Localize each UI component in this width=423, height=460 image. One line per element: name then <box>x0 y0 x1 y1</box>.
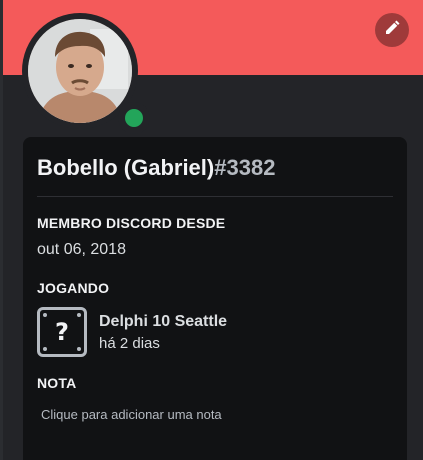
edit-profile-button[interactable] <box>375 13 409 47</box>
activity-item: ? Delphi 10 Seattle há 2 dias <box>37 307 227 357</box>
pencil-icon <box>383 19 401 41</box>
member-since-title: MEMBRO DISCORD DESDE <box>37 215 226 231</box>
username: Bobello (Gabriel)#3382 <box>37 153 393 183</box>
discriminator: #3382 <box>214 155 276 180</box>
unknown-game-icon: ? <box>37 307 87 357</box>
profile-body-card: Bobello (Gabriel)#3382 MEMBRO DISCORD DE… <box>23 137 407 460</box>
avatar-wrapper[interactable] <box>22 13 150 134</box>
note-title: NOTA <box>37 375 77 391</box>
user-profile-popout: Bobello (Gabriel)#3382 MEMBRO DISCORD DE… <box>0 0 423 460</box>
game-name: Delphi 10 Seattle <box>99 312 228 330</box>
game-elapsed-time: há 2 dias <box>99 334 160 352</box>
member-since-date: out 06, 2018 <box>37 241 126 258</box>
divider <box>37 196 393 197</box>
activity-title: JOGANDO <box>37 280 110 296</box>
online-status-icon <box>125 109 143 127</box>
avatar[interactable] <box>28 19 132 123</box>
display-name: Bobello (Gabriel) <box>37 155 215 180</box>
status-indicator <box>118 102 150 134</box>
note-input[interactable] <box>37 401 393 427</box>
